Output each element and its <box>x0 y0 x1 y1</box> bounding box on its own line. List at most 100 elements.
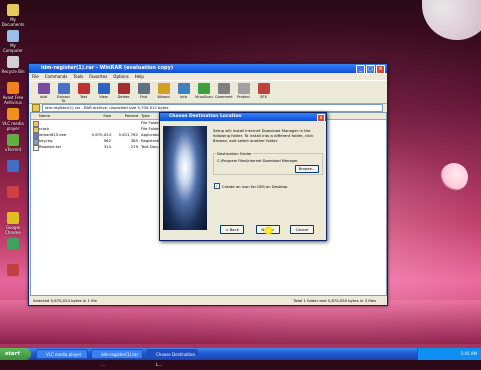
toolbar-button-extract-to[interactable]: Extract To <box>55 81 72 103</box>
destination-path: C:\Program Files\Internet Download Manag… <box>217 159 298 163</box>
desktop-icon-label: Recycle Bin <box>1 69 25 74</box>
toolbar-button-wizard[interactable]: Wizard <box>155 81 172 103</box>
desktop-icon[interactable]: My Computer <box>0 30 26 53</box>
toolbar-button-find[interactable]: Find <box>135 81 152 103</box>
toolbar-button-view[interactable]: View <box>95 81 112 103</box>
browse-button[interactable]: Browse... <box>295 165 319 173</box>
task-setup-dialog[interactable]: Choose Destination L... <box>146 349 198 367</box>
toolbar-button-info[interactable]: Info <box>175 81 192 103</box>
cell-packed: 279 <box>130 144 138 149</box>
dialog-titlebar[interactable]: Choose Destination Location × <box>160 113 326 122</box>
desktop-icon[interactable] <box>0 238 26 251</box>
desktop-icon[interactable] <box>0 186 26 199</box>
folder-icon <box>7 4 19 16</box>
utorrent-icon <box>7 134 19 146</box>
start-button[interactable]: start <box>0 348 31 360</box>
menu-commands[interactable]: Commands <box>45 73 68 80</box>
desktop-icon-label: Avast Free Antivirus <box>2 95 24 105</box>
destination-folder-group: Destination Folder C:\Program Files\Inte… <box>213 151 323 175</box>
dialog-close-button[interactable]: × <box>317 113 325 122</box>
file-name: crack <box>39 126 50 131</box>
desktop-icon-label: My Computer <box>3 43 23 53</box>
status-total: Total 1 folder and 5,670,050 bytes in 3 … <box>293 298 376 303</box>
file-name: idman615.exe <box>39 132 67 137</box>
dialog-title: Choose Destination Location <box>169 114 242 119</box>
toolbar-button-test[interactable]: Test <box>75 81 92 103</box>
maximize-button[interactable]: □ <box>366 65 375 74</box>
desktop-icon[interactable]: Google Chrome <box>0 212 26 235</box>
app-icon <box>7 186 19 198</box>
desktop-icon-label: VLC media player <box>2 121 24 131</box>
comment-icon <box>217 83 230 94</box>
desktop-icon[interactable]: uTorrent <box>0 134 26 152</box>
file-name: Readme.txt <box>39 144 62 149</box>
info-icon <box>177 83 190 94</box>
desktop-icon-option[interactable]: ✓ Create an icon for IDM on Desktop <box>214 183 287 189</box>
winrar-toolbar: Add Extract To Test View Delete Find Wizard Inf… <box>29 80 387 104</box>
virusscan-icon <box>197 83 210 94</box>
menu-tools[interactable]: Tools <box>73 73 83 80</box>
toolbar-button-label: Wizard <box>157 95 170 99</box>
up-folder-icon[interactable] <box>32 104 40 112</box>
recycle-bin-icon <box>7 56 19 68</box>
toolbar-button-comment[interactable]: Comment <box>215 81 233 103</box>
toolbar-button-label: Test <box>79 95 88 99</box>
desktop-icon[interactable]: Recycle Bin <box>0 56 26 74</box>
desktop-icon[interactable]: VLC media player <box>0 108 26 131</box>
column-size[interactable]: Size <box>87 113 114 119</box>
app-icon <box>7 264 19 276</box>
desktop-icon[interactable]: Avast Free Antivirus <box>0 82 26 105</box>
sfx-icon <box>257 83 270 94</box>
choose-destination-dialog: Choose Destination Location × Setup will… <box>159 112 327 241</box>
view-icon <box>97 83 110 94</box>
toolbar-button-delete[interactable]: Delete <box>115 81 132 103</box>
toolbar-button-label: Protect <box>237 95 250 99</box>
menu-file[interactable]: File <box>32 73 39 80</box>
toolbar-button-label: Extract To <box>57 95 70 103</box>
task-winrar[interactable]: idm-register(1).rar ... <box>91 349 143 367</box>
menu-favorites[interactable]: Favorites <box>89 73 107 80</box>
status-selected: Selected 5,670,024 bytes in 1 file <box>33 298 97 303</box>
file-icon <box>33 145 39 151</box>
delete-icon <box>117 83 130 94</box>
toolbar-button-sfx[interactable]: SFX <box>255 81 272 103</box>
cell-size: 314 <box>103 144 111 149</box>
winrar-title: idm-register(1).rar - WinRAR (evaluation… <box>41 65 174 71</box>
mouse-highlight-icon <box>264 226 273 235</box>
desktop-icon[interactable]: My Documents <box>0 4 26 27</box>
clock[interactable]: 5:05 AM <box>461 351 477 356</box>
cell-name: Readme.txt <box>31 144 87 151</box>
file-name: key.reg <box>39 138 53 143</box>
small-moon-decoration <box>440 163 468 191</box>
desktop-icon[interactable] <box>0 264 26 277</box>
desktop-icon-checkbox[interactable]: ✓ <box>214 183 220 189</box>
desktop-icon[interactable] <box>0 160 26 173</box>
winrar-titlebar[interactable]: idm-register(1).rar - WinRAR (evaluation… <box>29 64 387 74</box>
back-button[interactable]: < Back <box>220 225 244 234</box>
task-vlc[interactable]: VLC media player <box>36 349 88 359</box>
toolbar-button-label: View <box>99 95 108 99</box>
chrome-icon <box>7 212 19 224</box>
column-packed[interactable]: Packed <box>114 113 141 119</box>
desktop-icon-label: My Documents <box>1 17 25 27</box>
close-button[interactable]: × <box>376 65 385 74</box>
extract-icon <box>57 83 70 94</box>
toolbar-button-virusscan[interactable]: VirusScan <box>195 81 213 103</box>
toolbar-button-label: Delete <box>117 95 130 99</box>
desktop-icon-label: uTorrent <box>4 147 22 152</box>
toolbar-button-label: Info <box>180 95 187 99</box>
column-name[interactable]: Name <box>31 113 87 119</box>
cancel-button[interactable]: Cancel <box>290 225 314 234</box>
menu-options[interactable]: Options <box>113 73 128 80</box>
minimize-button[interactable]: _ <box>356 65 365 74</box>
toolbar-button-protect[interactable]: Protect <box>235 81 252 103</box>
find-icon <box>137 83 150 94</box>
protect-icon <box>237 83 250 94</box>
toolbar-button-add[interactable]: Add <box>35 81 52 103</box>
archive-path[interactable]: idm-register(1).rar - RAR archive, unpac… <box>42 104 383 112</box>
path-bar: idm-register(1).rar - RAR archive, unpac… <box>29 104 387 112</box>
toolbar-button-label: Comment <box>215 95 233 99</box>
horizon-decoration <box>0 300 481 344</box>
menu-help[interactable]: Help <box>135 73 144 80</box>
dialog-description: Setup will install Internet Download Man… <box>213 128 314 143</box>
